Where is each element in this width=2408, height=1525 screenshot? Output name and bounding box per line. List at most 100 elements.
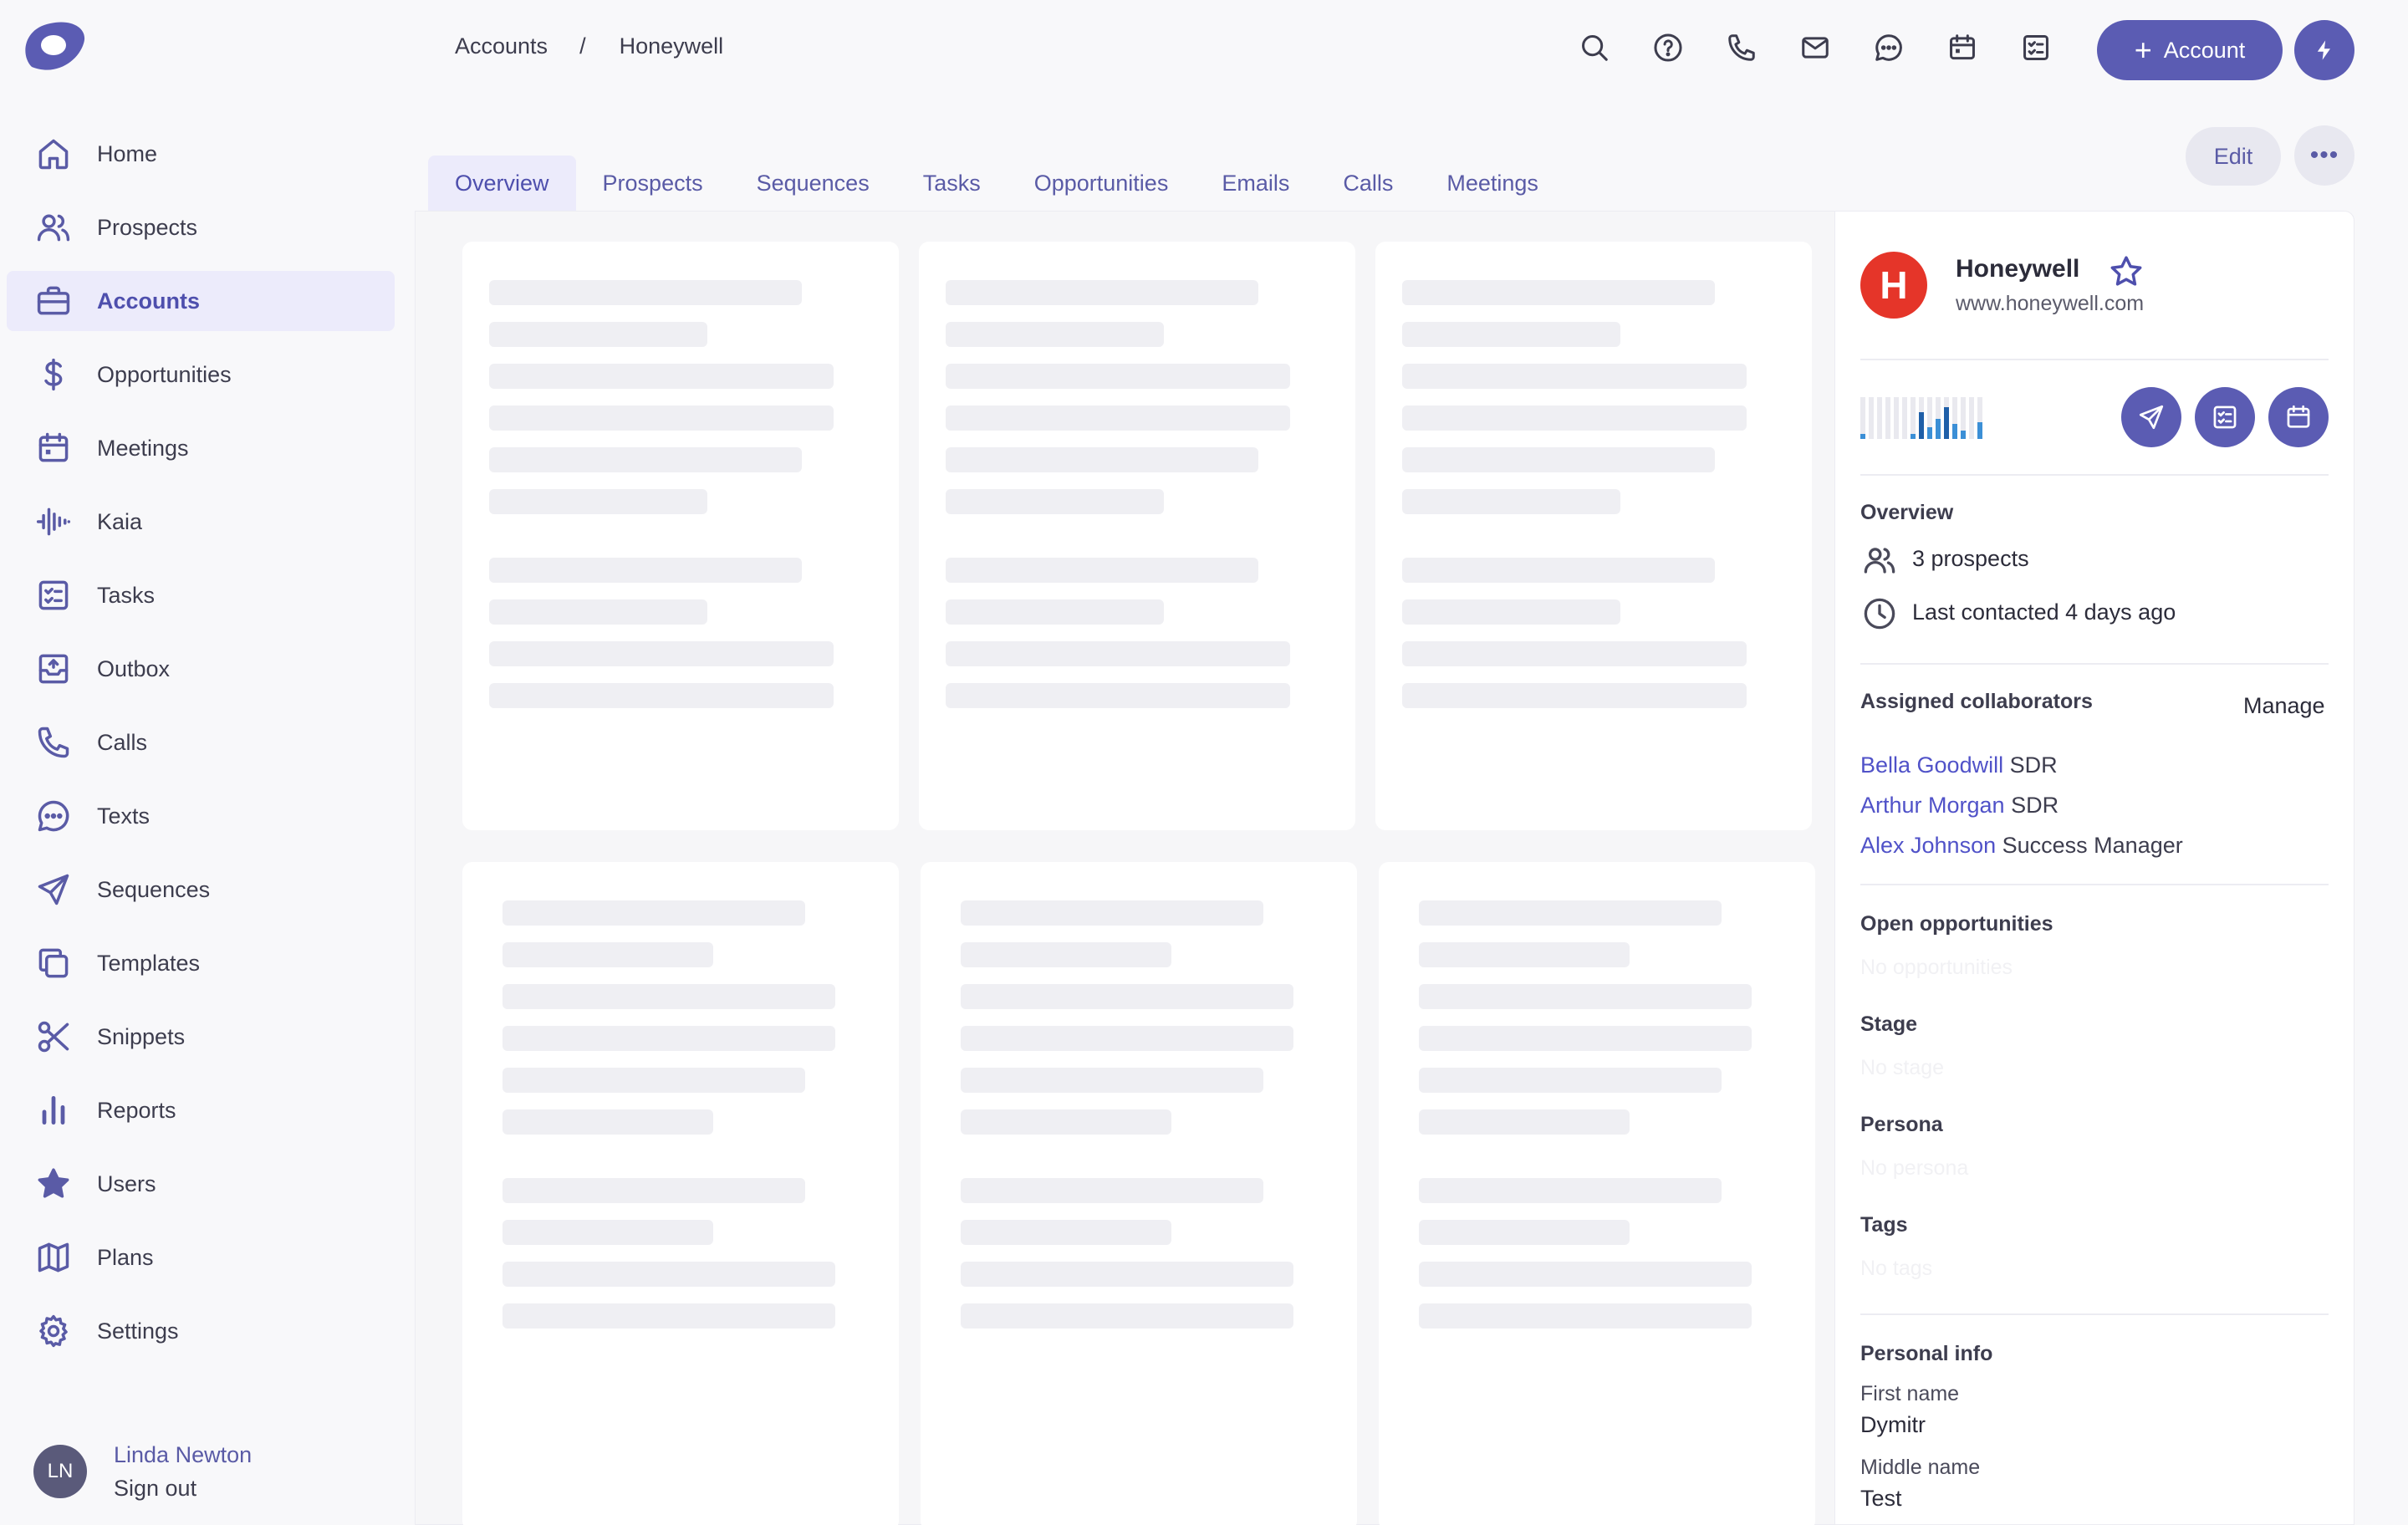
- sidebar-item-texts[interactable]: Texts: [7, 786, 395, 846]
- sidebar-item-calls[interactable]: Calls: [7, 712, 395, 773]
- more-options-button[interactable]: •••: [2294, 125, 2354, 186]
- skeleton-line: [961, 1262, 1293, 1287]
- star-icon[interactable]: [2108, 253, 2145, 290]
- account-name: Honeywell: [1956, 255, 2080, 283]
- sidebar-item-label: Tasks: [97, 582, 156, 608]
- add-account-button[interactable]: + Account: [2097, 20, 2283, 80]
- calendar-icon[interactable]: [1946, 32, 1978, 64]
- copy-icon: [35, 945, 72, 982]
- send-sequence-button[interactable]: [2121, 387, 2181, 447]
- sidebar-item-reports[interactable]: Reports: [7, 1080, 395, 1140]
- sidebar-item-users[interactable]: Users: [7, 1154, 395, 1214]
- bolt-icon[interactable]: [2294, 20, 2354, 80]
- outbox-icon: [35, 650, 72, 687]
- tab-overview[interactable]: Overview: [428, 156, 576, 211]
- skeleton-line: [489, 683, 834, 708]
- sidebar-item-label: Reports: [97, 1097, 176, 1123]
- signout-link[interactable]: Sign out: [114, 1471, 252, 1505]
- plus-icon: +: [2134, 33, 2152, 67]
- sidebar-item-prospects[interactable]: Prospects: [7, 197, 395, 258]
- skeleton-line: [961, 1109, 1171, 1135]
- tab-tasks[interactable]: Tasks: [896, 156, 1008, 211]
- sidebar-item-kaia[interactable]: Kaia: [7, 492, 395, 552]
- sidebar-item-accounts[interactable]: Accounts: [7, 271, 395, 331]
- add-account-label: Account: [2163, 37, 2246, 63]
- search-icon[interactable]: [1579, 32, 1610, 64]
- skeleton-line: [1419, 1178, 1722, 1203]
- skeleton-line: [503, 942, 713, 967]
- prospects-link[interactable]: 3 prospects: [1912, 546, 2029, 572]
- sidebar-item-templates[interactable]: Templates: [7, 933, 395, 993]
- collaborator-name[interactable]: Arthur Morgan: [1860, 793, 2005, 818]
- tab-emails[interactable]: Emails: [1195, 156, 1316, 211]
- outreach-logo[interactable]: [20, 18, 87, 77]
- personal-info-title: Personal info: [1860, 1342, 1993, 1365]
- collaborator-name[interactable]: Alex Johnson: [1860, 833, 1996, 858]
- skeleton-line: [946, 489, 1164, 514]
- help-icon[interactable]: [1652, 32, 1684, 64]
- tab-opportunities[interactable]: Opportunities: [1008, 156, 1196, 211]
- tab-sequences[interactable]: Sequences: [730, 156, 896, 211]
- phone-icon[interactable]: [1726, 32, 1758, 64]
- skeleton-line: [503, 900, 805, 926]
- collaborator-name[interactable]: Bella Goodwill: [1860, 752, 2003, 778]
- sidebar-item-label: Plans: [97, 1244, 154, 1270]
- tab-calls[interactable]: Calls: [1316, 156, 1420, 211]
- sidebar-item-opportunities[interactable]: Opportunities: [7, 344, 395, 405]
- sidebar-item-sequences[interactable]: Sequences: [7, 859, 395, 920]
- account-logo: H: [1860, 252, 1927, 319]
- stage-title: Stage: [1860, 1012, 1918, 1036]
- divider: [1860, 1313, 2329, 1315]
- gear-icon: [35, 1313, 72, 1349]
- add-task-button[interactable]: [2195, 387, 2255, 447]
- chat-icon[interactable]: [1873, 32, 1905, 64]
- skeleton-line: [961, 900, 1263, 926]
- skeleton-line: [1402, 322, 1620, 347]
- tab-meetings[interactable]: Meetings: [1420, 156, 1565, 211]
- collaborator-list: Bella Goodwill SDR Arthur Morgan SDR Ale…: [1860, 745, 2183, 865]
- activity-sparkline: [1860, 397, 1982, 439]
- sidebar-item-meetings[interactable]: Meetings: [7, 418, 395, 478]
- tab-prospects[interactable]: Prospects: [576, 156, 730, 211]
- skeleton-line: [1419, 942, 1630, 967]
- sidebar-item-snippets[interactable]: Snippets: [7, 1007, 395, 1067]
- tab-bar: Overview Prospects Sequences Tasks Opportuni…: [428, 156, 1565, 211]
- skeleton-card: [919, 242, 1355, 830]
- first-name-value: Dymitr: [1860, 1412, 1926, 1437]
- skeleton-line: [489, 447, 802, 472]
- sidebar-item-label: Users: [97, 1171, 156, 1196]
- avatar[interactable]: LN: [33, 1445, 87, 1498]
- collaborator-role: SDR: [2011, 793, 2059, 818]
- calendar-icon: [35, 430, 72, 467]
- skeleton-line: [961, 1303, 1293, 1329]
- user-name[interactable]: Linda Newton: [114, 1438, 252, 1471]
- breadcrumb-separator: /: [579, 33, 586, 59]
- sidebar-item-home[interactable]: Home: [7, 124, 395, 184]
- mail-icon[interactable]: [1799, 32, 1831, 64]
- account-website[interactable]: www.honeywell.com: [1956, 292, 2144, 316]
- skeleton-line: [503, 1220, 713, 1245]
- task-icon[interactable]: [2020, 32, 2052, 64]
- skeleton-line: [946, 447, 1258, 472]
- skeleton-line: [1402, 558, 1715, 583]
- skeleton-line: [489, 364, 834, 389]
- header-toolbar: [1579, 32, 2094, 64]
- skeleton-line: [503, 1109, 713, 1135]
- sidebar-item-label: Opportunities: [97, 361, 232, 387]
- overview-panel: [415, 211, 1836, 1525]
- edit-button[interactable]: Edit: [2186, 127, 2281, 186]
- schedule-meeting-button[interactable]: [2268, 387, 2329, 447]
- skeleton-line: [489, 489, 707, 514]
- skeleton-line: [1419, 1220, 1630, 1245]
- skeleton-line: [961, 1026, 1293, 1051]
- sidebar-item-label: Meetings: [97, 435, 189, 461]
- manage-link[interactable]: Manage: [2243, 693, 2325, 719]
- first-name-label: First name: [1860, 1382, 1960, 1405]
- sidebar-item-label: Home: [97, 140, 158, 166]
- sidebar-item-settings[interactable]: Settings: [7, 1301, 395, 1361]
- sidebar-item-plans[interactable]: Plans: [7, 1227, 395, 1288]
- sidebar-item-outbox[interactable]: Outbox: [7, 639, 395, 699]
- breadcrumb-accounts[interactable]: Accounts: [455, 33, 548, 59]
- sidebar-item-tasks[interactable]: Tasks: [7, 565, 395, 625]
- skeleton-line: [946, 641, 1290, 666]
